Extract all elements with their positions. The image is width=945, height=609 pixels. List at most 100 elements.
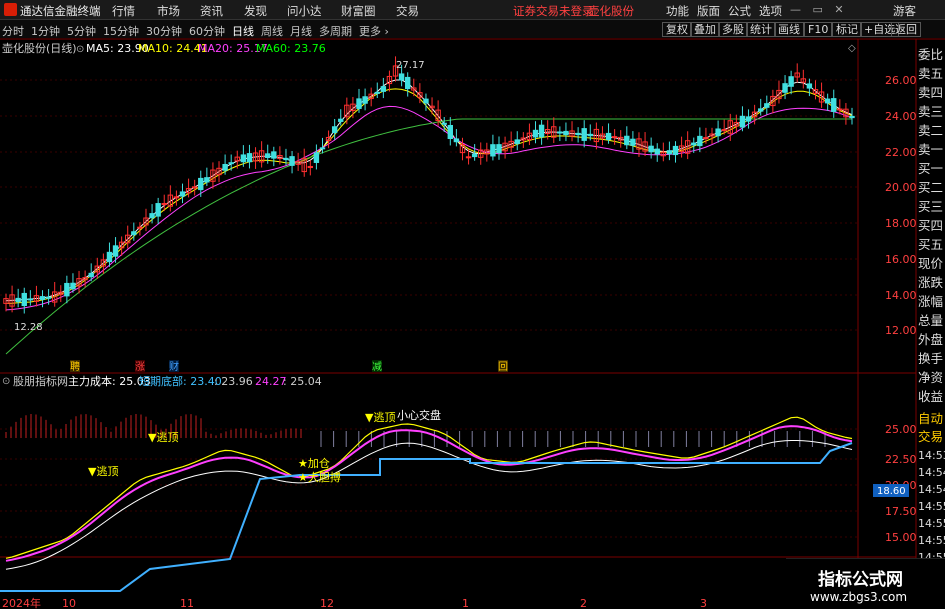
period-daily[interactable]: 日线 [232,25,254,38]
escape-signal: ▼逃顶 [148,431,178,444]
y-tick: 26.00 [885,74,917,87]
period-monthly[interactable]: 月线 [290,25,312,38]
side-label: 卖四 [918,85,944,100]
maximize-icon[interactable]: ▭ [813,3,823,16]
tick-time: 14:55 [918,500,945,513]
watermark-title: 指标公式网 [818,570,903,590]
mark-button[interactable]: 标记 [832,22,862,37]
y-tick: 12.00 [885,324,917,337]
multi-stock-button[interactable]: 多股 [718,22,748,37]
toolbar-left: 分时 1分钟 5分钟 15分钟 30分钟 60分钟 日线 周线 月线 多周期 更多 › [2,23,389,39]
stats-button[interactable]: 统计 [746,22,776,37]
trade-login-notice[interactable]: 证券交易未登录 [513,3,594,19]
event-mark[interactable]: 回 [498,361,508,373]
period-15min[interactable]: 15分钟 [103,25,139,38]
x-tick: 3 [700,597,707,609]
menu-news[interactable]: 资讯 [200,3,223,19]
y-tick: 22.50 [885,453,917,466]
side-label: 总量 [918,313,944,328]
tick-time: 14:55 [918,517,945,530]
window-controls: — ▭ ✕ [790,3,844,16]
side-label: 收益 [918,389,944,404]
tick-time: 14:54 [918,466,945,479]
trade-button[interactable]: 交易 [918,426,945,445]
menu-trade[interactable]: 交易 [396,3,419,19]
low-label: 12.28 [14,322,43,333]
watermark-url: www.zbgs3.com [810,590,908,604]
side-label: 现价 [918,256,944,271]
event-mark[interactable]: 聘 [70,360,80,373]
period-30min[interactable]: 30分钟 [146,25,182,38]
indicator-value: : 23.96 [214,375,253,388]
dropdown-icon[interactable]: ⊙ [2,376,10,387]
side-label: 涨幅 [918,294,944,309]
x-tick: 12 [320,597,334,609]
add-position-signal: ★加仓 [298,456,330,470]
event-mark[interactable]: 财 [169,360,179,373]
menu-market[interactable]: 市场 [157,3,180,19]
side-label: 卖五 [918,66,944,81]
stock-link[interactable]: 壶化股份 [588,3,634,19]
menu-discover[interactable]: 发现 [244,3,267,19]
ma60-label: MA60: 23.76 [256,42,326,55]
menu-quotes[interactable]: 行情 [112,3,135,19]
indicator-value: : 25.04 [283,375,322,388]
menu-bar: 通达信金融终端 行情 市场 资讯 发现 问小达 财富圈 交易 证券交易未登录 壶… [0,0,945,20]
period-1min[interactable]: 1分钟 [31,25,60,38]
period-weekly[interactable]: 周线 [261,25,283,38]
minimize-icon[interactable]: — [790,3,801,16]
auto-trade-button[interactable]: 自动 [918,408,945,427]
y-tick: 15.00 [885,531,917,544]
menu-layout[interactable]: 版面 [697,3,720,19]
event-mark[interactable]: 减 [372,361,382,373]
chevron-right-icon[interactable]: › [381,25,388,38]
menu-wealth[interactable]: 财富圈 [341,3,376,19]
y-tick: 18.00 [885,217,917,230]
escape-signal: ▼逃顶 [88,465,118,478]
close-icon[interactable]: ✕ [834,3,843,16]
indicator-value: 24.27 [255,375,287,388]
side-label: 卖二 [918,123,944,138]
period-toolbar: 分时 1分钟 5分钟 15分钟 30分钟 60分钟 日线 周线 月线 多周期 更多 › 复权 叠加 … [0,20,945,39]
draw-button[interactable]: 画线 [774,22,804,37]
side-label: 委比 [918,47,944,62]
period-intraday[interactable]: 分时 [2,25,24,38]
side-label: 外盘 [918,332,944,347]
side-label: 净资 [918,370,944,385]
period-more[interactable]: 更多 [359,25,381,38]
menu-options[interactable]: 选项 [759,3,782,19]
side-label: 涨跌 [918,275,944,290]
adjust-button[interactable]: 复权 [662,22,692,37]
side-label: 买三 [918,199,944,214]
app-logo-icon [4,3,17,16]
menu-function[interactable]: 功能 [666,3,689,19]
tick-time: 14:53 [918,449,945,462]
y-tick: 20.00 [885,181,917,194]
period-60min[interactable]: 60分钟 [189,25,225,38]
user-label[interactable]: 游客 [893,3,916,19]
x-tick: 2 [580,597,587,609]
x-tick: 1 [462,597,469,609]
y-tick: 22.00 [885,146,917,159]
app-title: 通达信金融终端 [20,4,101,18]
x-tick: 11 [180,597,194,609]
small-cross-signal: 小心交盘 [397,408,441,422]
period-5min[interactable]: 5分钟 [67,25,96,38]
bold-buy-signal: ★大胆搏 [298,470,341,484]
back-button[interactable]: 返回 [891,22,921,37]
settings-icon[interactable]: ◇ [848,43,856,54]
f10-button[interactable]: F10 [804,22,833,37]
event-mark[interactable]: 涨 [135,361,145,373]
x-tick: 2024年 [2,596,41,609]
overlay-button[interactable]: 叠加 [690,22,720,37]
period-multi[interactable]: 多周期 [319,25,352,38]
menu-ask[interactable]: 问小达 [287,3,322,19]
dropdown-icon[interactable]: ⊙ [76,44,84,55]
menu-formula[interactable]: 公式 [728,3,751,19]
kline-chart[interactable]: 壶化股份(日线) ⊙ MA5: 23.90 MA10: 24.41 MA20: … [0,39,945,609]
y-tick: 25.00 [885,423,917,436]
x-tick: 10 [62,597,76,609]
stock-title[interactable]: 壶化股份(日线) [2,41,77,55]
indicator-name[interactable]: 股朋指标网 [13,374,68,388]
tick-time: 14:55 [918,534,945,547]
